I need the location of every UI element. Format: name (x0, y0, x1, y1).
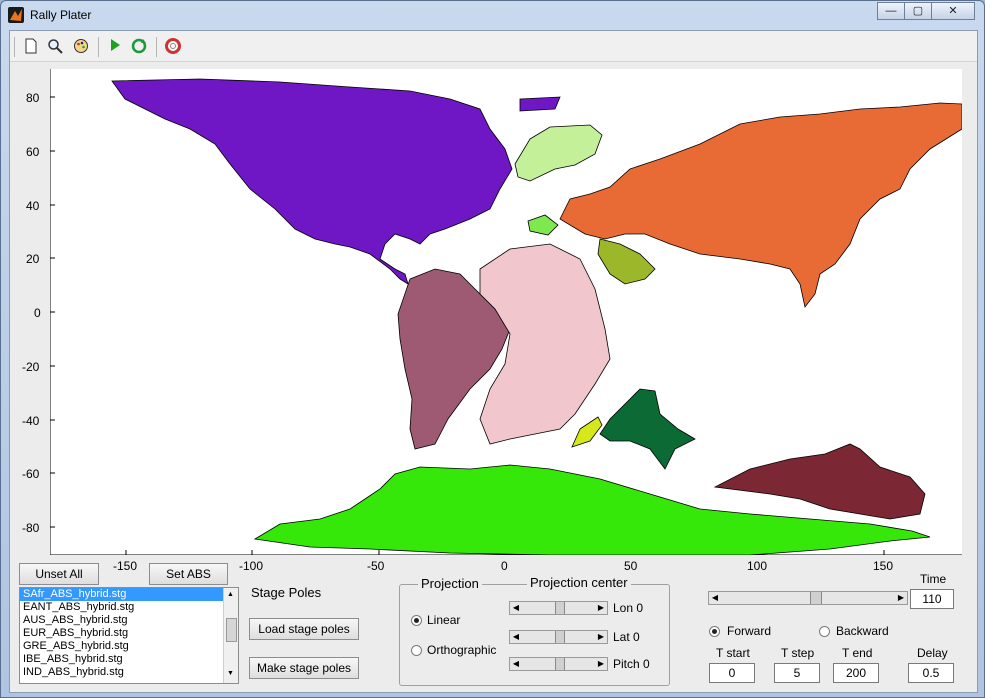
matlab-icon (8, 7, 24, 23)
t-step-label: T step (781, 646, 815, 660)
y-tick-label: -80 (22, 521, 40, 535)
scroll-down-icon[interactable]: ▼ (227, 670, 234, 677)
plate-north-america-island (519, 96, 561, 112)
lon-label: Lon 0 (613, 601, 644, 615)
maximize-button[interactable]: ▢ (904, 2, 932, 20)
stage-file-list[interactable]: SAfr_ABS_hybrid.stg EANT_ABS_hybrid.stg … (19, 587, 239, 684)
t-end-input[interactable]: 200 (833, 663, 879, 683)
list-item[interactable]: SAfr_ABS_hybrid.stg (20, 588, 238, 601)
plate-india (599, 388, 696, 470)
plate-arabia (597, 238, 656, 285)
slider-thumb[interactable] (555, 602, 565, 614)
y-tick-label: -40 (22, 414, 40, 428)
list-item[interactable]: AUS_ABS_hybrid.stg (20, 614, 238, 627)
backward-radio[interactable] (819, 626, 830, 637)
minimize-button[interactable]: — (877, 2, 905, 20)
slider-right-icon[interactable]: ▶ (595, 631, 607, 643)
forward-radio[interactable] (709, 626, 720, 637)
x-tick-label: -50 (367, 559, 385, 573)
y-tick-label: 60 (26, 145, 40, 159)
toolbar-separator-2 (156, 37, 157, 57)
list-scrollbar[interactable]: ▲ ▼ (223, 588, 238, 683)
y-tick-label: -20 (22, 360, 40, 374)
x-tick-label: 100 (747, 559, 768, 573)
list-item[interactable]: EANT_ABS_hybrid.stg (20, 601, 238, 614)
linear-label: Linear (427, 613, 461, 627)
toolbar-grip (14, 37, 15, 57)
orthographic-radio[interactable] (411, 645, 422, 656)
list-item[interactable]: IND_ABS_hybrid.stg (20, 666, 238, 679)
zoom-icon[interactable] (46, 38, 64, 56)
delay-input[interactable]: 0.5 (908, 663, 954, 683)
t-end-label: T end (842, 646, 873, 660)
pitch-label: Pitch 0 (613, 657, 650, 671)
app-window: Rally Plater — ▢ ✕ 80 60 40 20 0 -20 -40… (0, 0, 985, 698)
figure-toolbar (10, 31, 977, 62)
new-file-icon[interactable] (22, 38, 40, 56)
lat-label: Lat 0 (613, 630, 640, 644)
forward-label: Forward (727, 624, 772, 638)
x-tick-label: 150 (873, 559, 894, 573)
time-label: Time (920, 572, 947, 586)
x-tick-label: 0 (501, 559, 508, 573)
linear-radio[interactable] (411, 615, 422, 626)
plate-madagascar (571, 416, 603, 448)
lon-slider[interactable]: ◀ ▶ (509, 601, 608, 615)
load-stage-poles-button[interactable]: Load stage poles (249, 618, 359, 640)
slider-right-icon[interactable]: ▶ (895, 592, 907, 604)
projection-label: Projection (418, 576, 482, 591)
scroll-thumb[interactable] (226, 618, 237, 642)
plate-north-america (111, 78, 513, 285)
close-button[interactable]: ✕ (931, 2, 975, 20)
unset-all-button[interactable]: Unset All (19, 563, 99, 585)
y-tick-label: -60 (22, 467, 40, 481)
slider-thumb[interactable] (555, 658, 565, 670)
x-tick-label: -100 (239, 559, 264, 573)
palette-icon[interactable] (72, 38, 90, 56)
backward-label: Backward (836, 624, 889, 638)
set-abs-button[interactable]: Set ABS (149, 563, 228, 585)
y-tick-label: 80 (26, 91, 40, 105)
time-slider[interactable]: ◀ ▶ (708, 591, 908, 605)
scroll-up-icon[interactable]: ▲ (227, 591, 234, 598)
y-tick-label: 0 (34, 306, 41, 320)
t-start-input[interactable]: 0 (709, 663, 755, 683)
lat-slider[interactable]: ◀ ▶ (509, 630, 608, 644)
pitch-slider[interactable]: ◀ ▶ (509, 657, 608, 671)
slider-thumb[interactable] (555, 631, 565, 643)
y-tick-label: 20 (26, 252, 40, 266)
plate-iberia (527, 214, 559, 236)
play-icon[interactable] (106, 38, 124, 56)
time-input[interactable]: 110 (910, 589, 954, 609)
list-item[interactable]: GRE_ABS_hybrid.stg (20, 640, 238, 653)
plate-australia (713, 443, 926, 520)
delay-label: Delay (917, 646, 948, 660)
slider-left-icon[interactable]: ◀ (510, 602, 522, 614)
help-icon[interactable] (164, 38, 182, 56)
slider-right-icon[interactable]: ▶ (595, 602, 607, 614)
toolbar-separator (98, 37, 99, 57)
refresh-icon[interactable] (130, 38, 148, 56)
figure-client-area: 80 60 40 20 0 -20 -40 -60 -80 -150 -100 … (9, 30, 978, 693)
plate-greenland (514, 124, 603, 182)
time-slider-thumb[interactable] (810, 592, 823, 604)
title-bar[interactable]: Rally Plater — ▢ ✕ (1, 1, 984, 29)
x-tick-label: 50 (624, 559, 638, 573)
reconstruction-map[interactable] (49, 69, 963, 556)
slider-left-icon[interactable]: ◀ (709, 592, 721, 604)
slider-left-icon[interactable]: ◀ (510, 631, 522, 643)
window-title: Rally Plater (30, 8, 92, 22)
t-start-label: T start (716, 646, 750, 660)
orthographic-label: Orthographic (427, 643, 497, 657)
list-item[interactable]: EUR_ABS_hybrid.stg (20, 627, 238, 640)
list-item[interactable]: IBE_ABS_hybrid.stg (20, 653, 238, 666)
stage-poles-label: Stage Poles (251, 585, 322, 600)
t-step-input[interactable]: 5 (774, 663, 820, 683)
slider-left-icon[interactable]: ◀ (510, 658, 522, 670)
y-tick-label: 40 (26, 199, 40, 213)
make-stage-poles-button[interactable]: Make stage poles (249, 657, 359, 679)
slider-right-icon[interactable]: ▶ (595, 658, 607, 670)
projection-center-label: Projection center (527, 575, 631, 590)
x-tick-label: -150 (113, 559, 138, 573)
